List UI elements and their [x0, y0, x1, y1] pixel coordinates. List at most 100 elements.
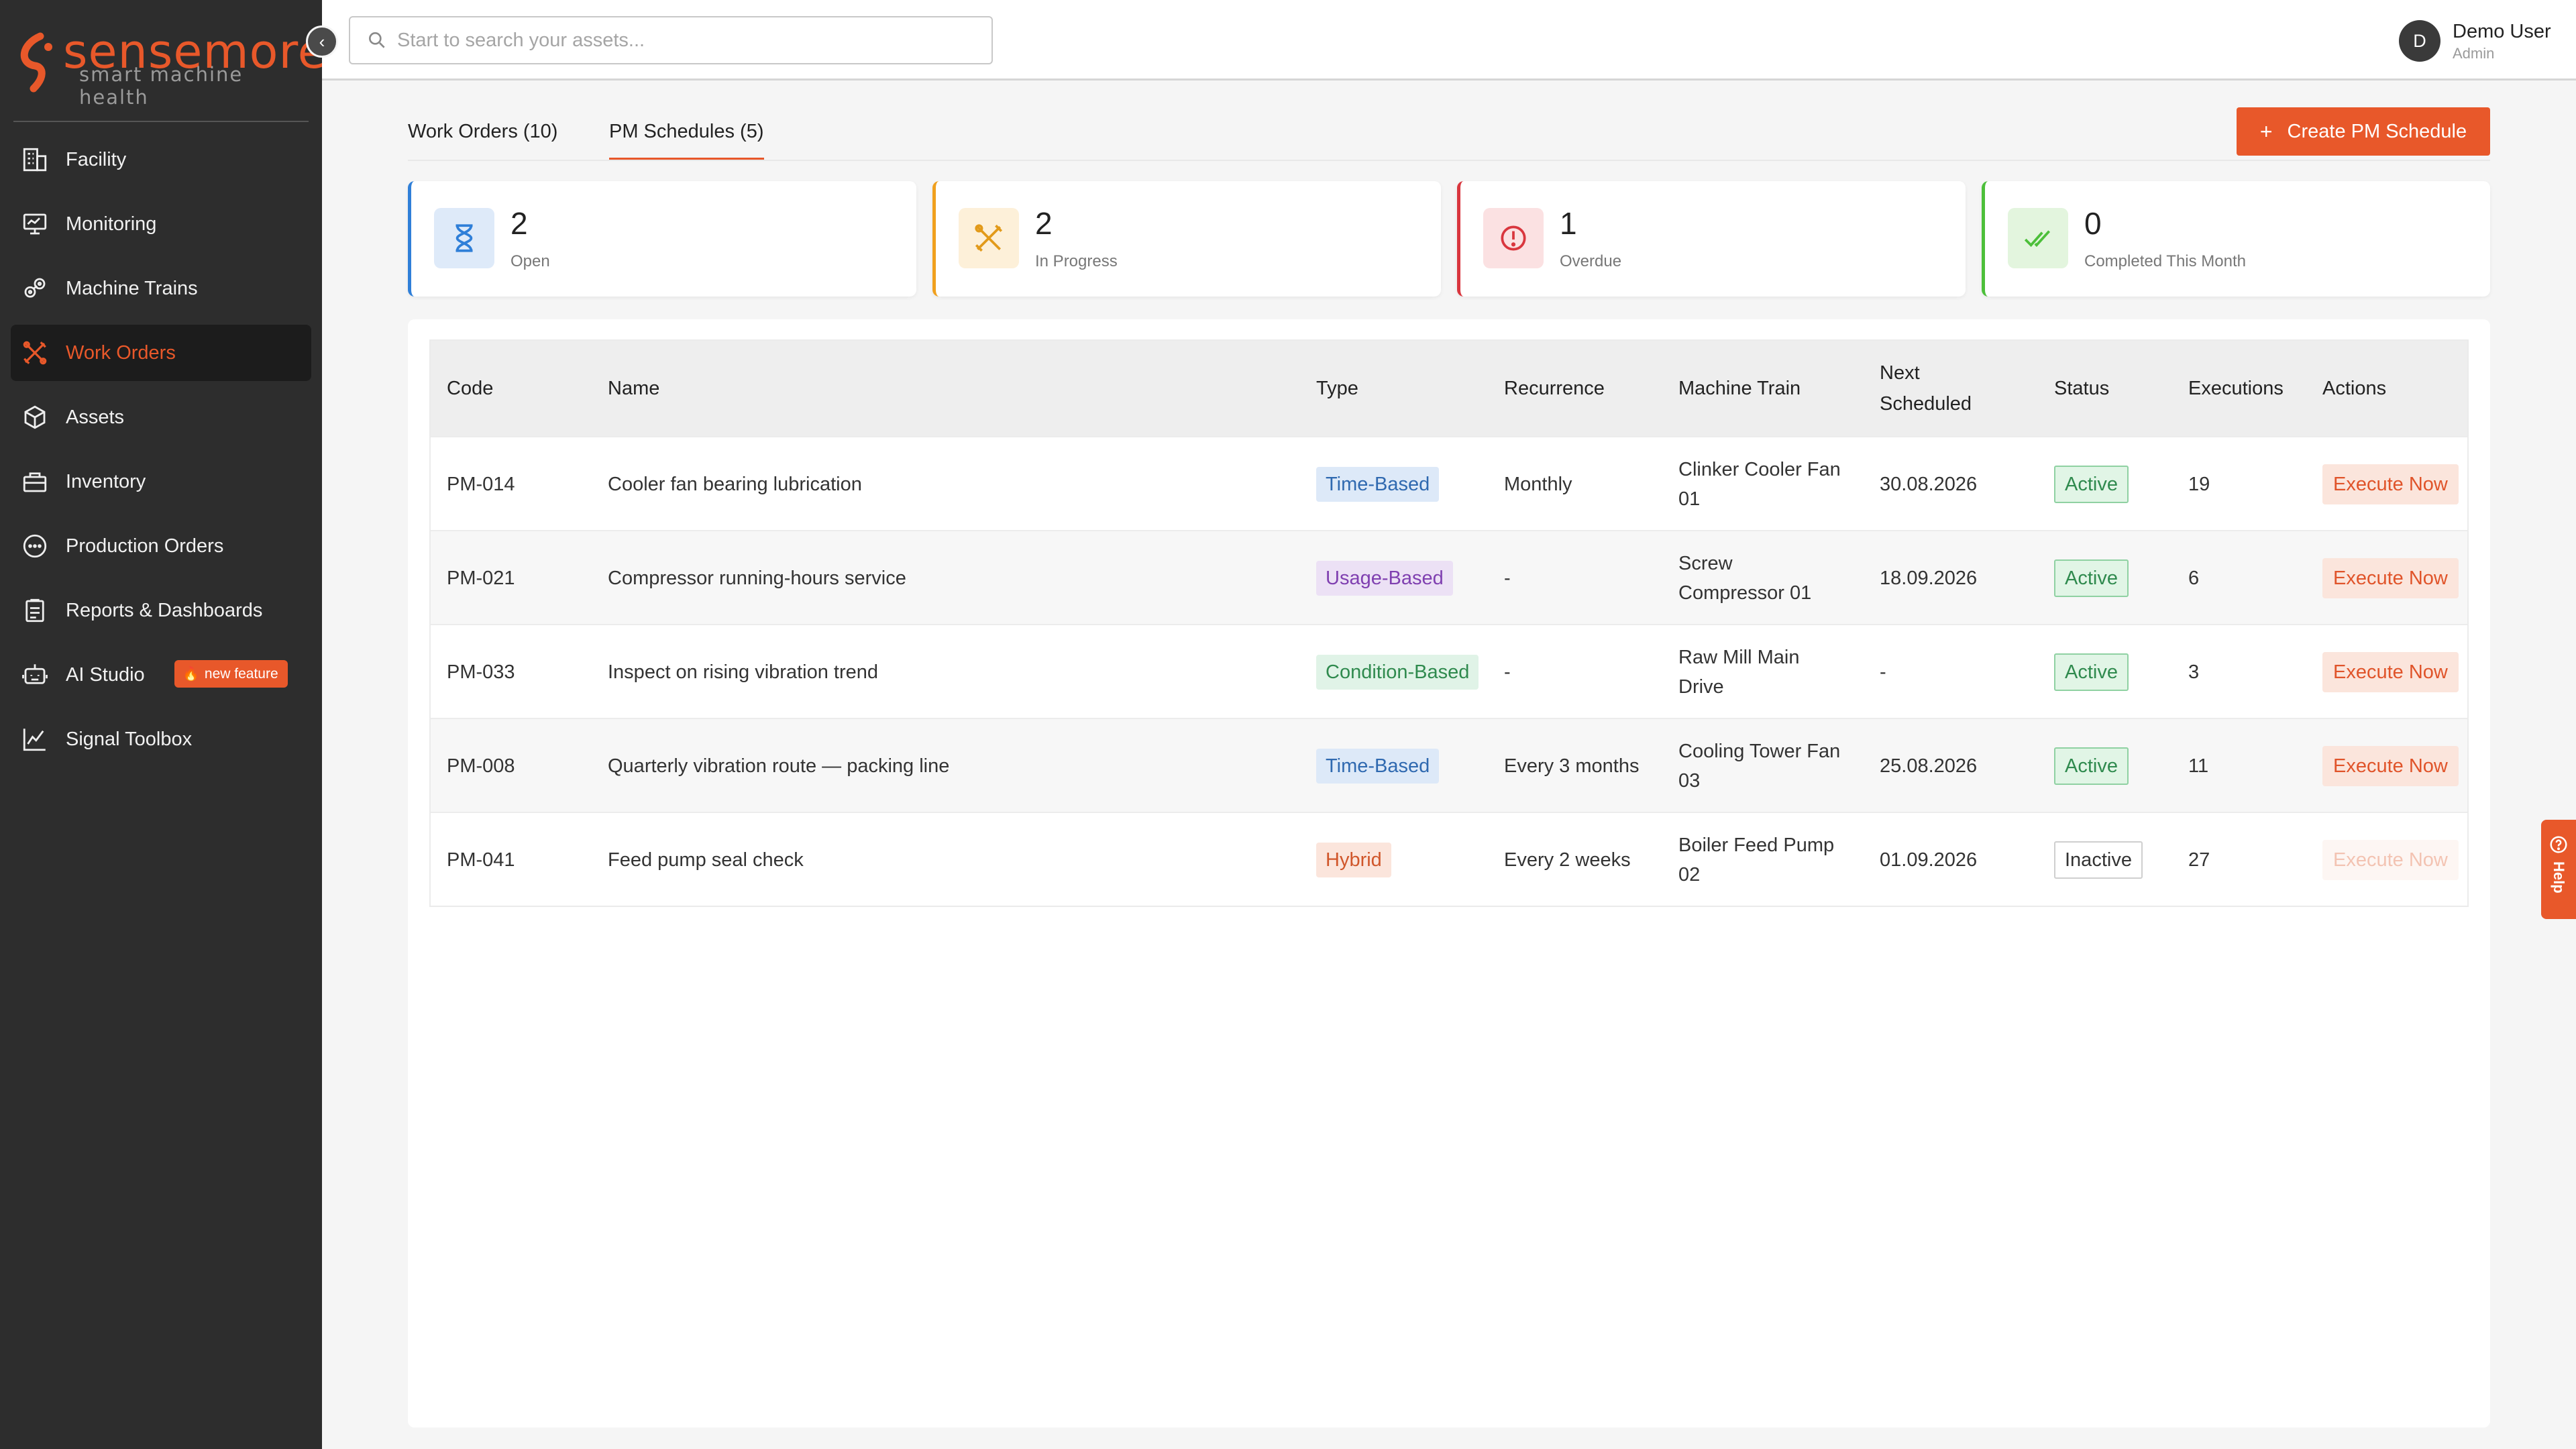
cell-next-scheduled: 18.09.2026: [1880, 568, 1978, 589]
cell-type: Time-Based: [1316, 437, 1440, 531]
table-row[interactable]: PM-014 Cooler fan bearing lubrication Ti…: [431, 436, 2467, 530]
user-menu[interactable]: D Demo User Admin: [2399, 17, 2551, 64]
sidebar-item-label: Inventory: [66, 470, 146, 492]
stat-value: 1: [1560, 206, 1577, 241]
sidebar-item-reports-dashboards[interactable]: Reports & Dashboards: [11, 582, 311, 639]
sidebar-collapse-button[interactable]: ‹: [306, 25, 338, 58]
sidebar-item-production-orders[interactable]: Production Orders: [11, 518, 311, 574]
cell-executions: 11: [2188, 755, 2209, 777]
execute-now-button[interactable]: Execute Now: [2322, 746, 2459, 786]
create-pm-schedule-button[interactable]: + Create PM Schedule: [2237, 107, 2490, 156]
sidebar-item-label: Signal Toolbox: [66, 728, 193, 750]
monitor-icon: [20, 209, 50, 239]
plus-icon: +: [2259, 119, 2273, 144]
cell-name: Feed pump seal check: [608, 849, 804, 871]
cell-code: PM-014: [447, 474, 515, 495]
sidebar-item-signal-toolbox[interactable]: Signal Toolbox: [11, 711, 311, 767]
table-row[interactable]: PM-041 Feed pump seal check Hybrid Every…: [431, 812, 2467, 906]
sidebar-item-label: Work Orders: [66, 341, 176, 364]
sidebar-item-assets[interactable]: Assets: [11, 389, 311, 445]
column-header-type[interactable]: Type: [1316, 341, 1358, 436]
cell-actions: Execute Now: [2322, 531, 2459, 625]
stat-value: 2: [511, 206, 528, 241]
execute-now-button[interactable]: Execute Now: [2322, 464, 2459, 504]
cell-machine-train: Screw Compressor 01: [1678, 553, 1812, 604]
type-badge: Condition-Based: [1316, 655, 1479, 690]
cell-recurrence: Every 3 months: [1504, 755, 1640, 777]
execute-now-button[interactable]: Execute Now: [2322, 558, 2459, 598]
search-input[interactable]: [397, 29, 974, 52]
column-header-machine-train[interactable]: Machine Train: [1678, 341, 1801, 436]
status-badge: Active: [2054, 653, 2129, 691]
tab-pm-schedules[interactable]: PM Schedules (5): [609, 113, 764, 161]
briefcase-icon: [20, 467, 50, 496]
cell-executions: 3: [2188, 661, 2200, 683]
new-feature-label: new feature: [204, 665, 278, 682]
cell-actions: Execute Now: [2322, 437, 2459, 531]
dots-circle-icon: [20, 531, 50, 561]
type-badge: Time-Based: [1316, 749, 1440, 784]
execute-now-button[interactable]: Execute Now: [2322, 652, 2459, 692]
cell-code: PM-008: [447, 755, 515, 777]
avatar: D: [2399, 20, 2440, 62]
column-header-next-scheduled[interactable]: Next Scheduled: [1880, 341, 1994, 436]
cell-machine-train: Boiler Feed Pump 02: [1678, 835, 1835, 885]
cell-actions: Execute Now: [2322, 719, 2459, 813]
column-header-code[interactable]: Code: [447, 341, 493, 436]
cell-status: Active: [2054, 719, 2129, 813]
machine-train-icon: [20, 274, 50, 303]
alert-circle-icon: [1483, 208, 1544, 268]
cell-name: Cooler fan bearing lubrication: [608, 474, 862, 495]
sidebar-item-monitoring[interactable]: Monitoring: [11, 196, 311, 252]
cube-icon: [20, 402, 50, 432]
cell-actions: Execute Now: [2322, 625, 2459, 719]
tools-icon: [20, 338, 50, 368]
cell-type: Hybrid: [1316, 813, 1391, 907]
user-role: Admin: [2453, 45, 2495, 62]
sidebar: sensemore smart machine health Facility …: [0, 0, 327, 1449]
pm-schedules-panel: Code Name Type Recurrence Machine Train …: [408, 319, 2490, 1428]
column-header-recurrence[interactable]: Recurrence: [1504, 341, 1605, 436]
table-row[interactable]: PM-008 Quarterly vibration route — packi…: [431, 718, 2467, 812]
brand-tagline: smart machine health: [79, 63, 244, 109]
stat-value: 0: [2084, 206, 2102, 241]
sidebar-divider: [13, 121, 309, 122]
table-row[interactable]: PM-033 Inspect on rising vibration trend…: [431, 624, 2467, 718]
cell-name: Inspect on rising vibration trend: [608, 661, 878, 683]
clipboard-icon: [20, 596, 50, 625]
cell-recurrence: -: [1504, 568, 1511, 589]
cell-name: Compressor running-hours service: [608, 568, 906, 589]
cell-actions: Execute Now: [2322, 813, 2459, 907]
pm-schedules-table: Code Name Type Recurrence Machine Train …: [429, 339, 2469, 907]
help-circle-icon: [2550, 836, 2567, 853]
stat-label: Completed This Month: [2084, 252, 2247, 270]
help-tab[interactable]: Help: [2541, 820, 2576, 919]
sidebar-item-ai-studio[interactable]: AI Studio 🔥 new feature: [11, 647, 311, 703]
cell-code: PM-033: [447, 661, 515, 683]
tab-work-orders[interactable]: Work Orders (10): [408, 113, 557, 161]
brand-logo[interactable]: sensemore smart machine health: [15, 20, 327, 109]
column-header-executions[interactable]: Executions: [2188, 341, 2284, 436]
cell-status: Inactive: [2054, 813, 2143, 907]
column-header-name[interactable]: Name: [608, 341, 659, 436]
type-badge: Hybrid: [1316, 843, 1391, 877]
search-icon: [369, 32, 385, 48]
cell-code: PM-041: [447, 849, 515, 871]
sidebar-item-work-orders[interactable]: Work Orders: [11, 325, 311, 381]
status-badge: Active: [2054, 747, 2129, 785]
sidebar-item-machine-trains[interactable]: Machine Trains: [11, 260, 311, 317]
table-row[interactable]: PM-021 Compressor running-hours service …: [431, 530, 2467, 624]
stat-label: In Progress: [1035, 252, 1118, 270]
cell-next-scheduled: 25.08.2026: [1880, 755, 1978, 777]
tab-bar-divider: [408, 160, 2490, 161]
stat-value: 2: [1035, 206, 1053, 241]
column-header-status[interactable]: Status: [2054, 341, 2109, 436]
sidebar-item-inventory[interactable]: Inventory: [11, 453, 311, 510]
cell-machine-train: Raw Mill Main Drive: [1678, 647, 1800, 698]
sidebar-item-label: Reports & Dashboards: [66, 599, 263, 621]
search-box[interactable]: [349, 16, 993, 64]
cell-executions: 27: [2188, 849, 2210, 871]
logo-mark-icon: [20, 32, 52, 93]
status-badge: Active: [2054, 559, 2129, 597]
sidebar-item-facility[interactable]: Facility: [11, 131, 311, 188]
